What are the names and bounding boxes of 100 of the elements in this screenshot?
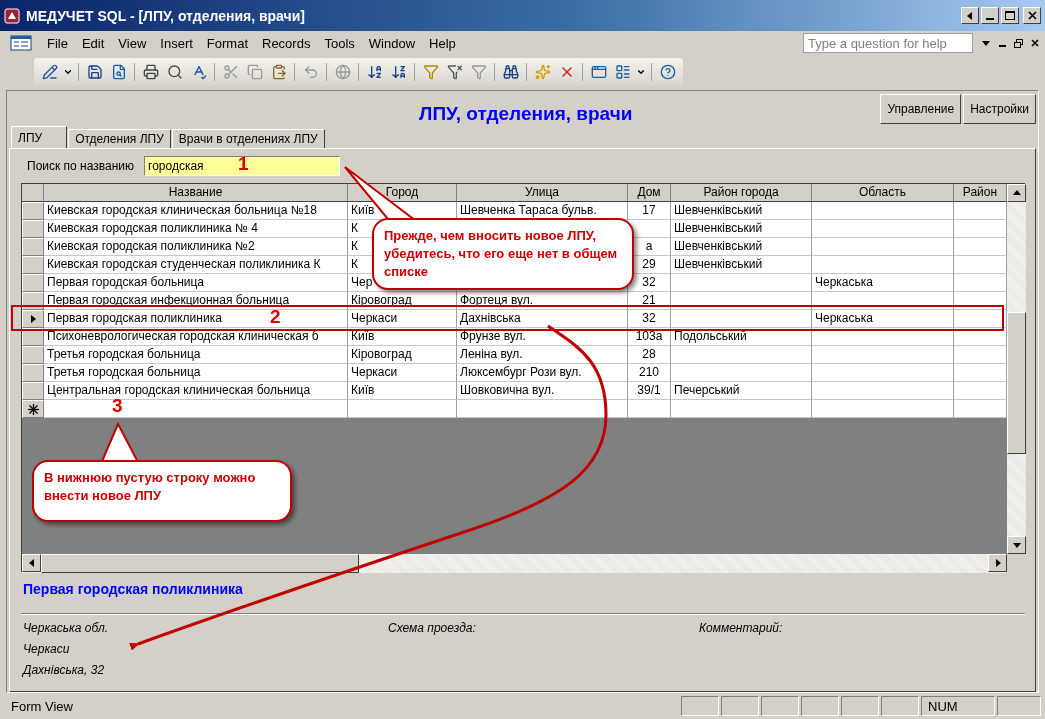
sort-ascending-icon xyxy=(366,63,383,80)
scroll-right-button[interactable] xyxy=(988,554,1007,572)
sparkles-icon xyxy=(534,63,551,80)
close-icon[interactable] xyxy=(1031,39,1039,47)
scroll-left-button[interactable] xyxy=(22,554,41,572)
menu-item[interactable]: Records xyxy=(255,33,318,53)
status-panel xyxy=(761,696,799,716)
house-cell: 17 xyxy=(628,202,671,220)
name-cell: Киевская городская студенческая поликлиника К xyxy=(44,256,348,274)
name-cell: Центральная городская клиническая больница xyxy=(44,382,348,400)
district-cell: Шевченківський xyxy=(671,220,812,238)
binoculars-icon xyxy=(502,63,519,80)
tab[interactable]: Отделения ЛПУ xyxy=(68,129,171,148)
vertical-scrollbar[interactable] xyxy=(1007,184,1026,554)
region-text: Черкаська обл. xyxy=(23,621,109,637)
status-panel xyxy=(997,696,1041,716)
street-cell: Шовковична вул. xyxy=(457,382,628,400)
current-record-name: Первая городская поликлиника xyxy=(23,581,244,599)
search-field[interactable]: городская 1 xyxy=(144,156,340,176)
down-arrow-icon xyxy=(1011,540,1022,550)
column-header[interactable]: Район города xyxy=(671,184,812,202)
window-icon xyxy=(590,63,607,80)
search-input[interactable]: городская xyxy=(145,157,235,175)
undo-icon xyxy=(302,63,319,80)
district-cell: Шевченківський xyxy=(671,202,812,220)
city-cell: Черкаси xyxy=(348,364,457,382)
city-cell: Київ xyxy=(348,382,457,400)
current-row-icon xyxy=(28,314,38,324)
restore-left-button[interactable] xyxy=(961,7,979,24)
left-arrow-icon xyxy=(965,10,975,21)
tab[interactable]: Врачи в отделениях ЛПУ xyxy=(171,129,325,148)
header-corner[interactable] xyxy=(22,184,44,202)
name-cell: Третья городская больница xyxy=(44,346,348,364)
form-button[interactable]: Управление xyxy=(880,94,962,124)
step-marker: 1 xyxy=(238,153,249,175)
maximize-button[interactable] xyxy=(1001,7,1019,24)
name-cell: Киевская городская поликлиника № 4 xyxy=(44,220,348,238)
app-icon xyxy=(4,7,20,24)
status-panel xyxy=(841,696,879,716)
street-cell: Леніна вул. xyxy=(457,346,628,364)
search-label: Поиск по названию xyxy=(27,159,134,173)
city-cell: Кіровоград xyxy=(348,346,457,364)
window-title: МЕДУЧЕТ SQL - [ЛПУ, отделения, врачи] xyxy=(26,7,306,24)
file-search-icon xyxy=(110,63,127,80)
filter-x-icon xyxy=(446,63,463,80)
scroll-up-button[interactable] xyxy=(1007,184,1026,202)
route-label: Схема проезда: xyxy=(388,621,477,637)
menu-item[interactable]: Tools xyxy=(317,33,362,53)
district-cell: Шевченківський xyxy=(671,238,812,256)
column-header[interactable]: Название xyxy=(44,184,348,202)
menu-item[interactable]: File xyxy=(40,33,75,53)
form-icon[interactable] xyxy=(10,35,32,51)
filter-icon xyxy=(422,63,439,80)
name-cell: Третья городская больница xyxy=(44,364,348,382)
row-selector[interactable] xyxy=(22,400,44,418)
num-lock-indicator: NUM xyxy=(921,696,995,716)
name-cell: Киевская городская клиническая больница №18 xyxy=(44,202,348,220)
city-cell: Черкаси xyxy=(348,310,457,328)
dropdown-icon xyxy=(981,38,991,48)
filter-icon xyxy=(470,63,487,80)
house-cell: 32 xyxy=(628,274,671,292)
sort-descending-icon xyxy=(390,63,407,80)
asterisk-icon xyxy=(27,403,39,415)
search-icon xyxy=(166,63,183,80)
house-cell: 28 xyxy=(628,346,671,364)
menu-item[interactable]: Edit xyxy=(74,33,112,53)
menu-item[interactable]: Help xyxy=(422,33,463,53)
row-selector[interactable] xyxy=(22,310,44,328)
scroll-thumb[interactable] xyxy=(1007,312,1026,454)
menu-item[interactable]: Insert xyxy=(153,33,200,53)
tab[interactable]: ЛПУ xyxy=(11,126,68,148)
region-cell: Черкаська xyxy=(812,274,954,292)
city-text: Черкаси xyxy=(23,642,71,658)
pencil-icon xyxy=(41,63,58,80)
column-header[interactable]: Область xyxy=(812,184,954,202)
globe-icon xyxy=(334,63,351,80)
status-panel xyxy=(881,696,919,716)
comment-label: Комментарий: xyxy=(699,621,784,637)
status-panel xyxy=(721,696,759,716)
restore-icon[interactable] xyxy=(1014,38,1023,48)
region-cell: Черкаська xyxy=(812,310,954,328)
help-search-field[interactable]: Type a question for help xyxy=(803,33,973,53)
menu-item[interactable]: Window xyxy=(361,33,423,53)
close-button[interactable] xyxy=(1023,7,1041,24)
column-header[interactable]: Дом xyxy=(628,184,671,202)
district-cell: Шевченківський xyxy=(671,256,812,274)
menu-item[interactable]: Format xyxy=(199,33,255,53)
form-button[interactable]: Настройки xyxy=(963,94,1036,124)
column-header[interactable]: Улица xyxy=(457,184,628,202)
clipboard-icon xyxy=(270,63,287,80)
copy-icon xyxy=(246,63,263,80)
up-arrow-icon xyxy=(1011,188,1022,198)
house-cell: 39/1 xyxy=(628,382,671,400)
minimize-icon xyxy=(986,18,994,20)
menu-item[interactable]: View xyxy=(111,33,154,53)
column-header[interactable]: Район xyxy=(954,184,1007,202)
minimize-button[interactable] xyxy=(981,7,999,24)
scroll-down-button[interactable] xyxy=(1007,536,1026,554)
horizontal-scrollbar[interactable] xyxy=(22,554,1007,573)
scroll-thumb[interactable] xyxy=(41,554,359,573)
